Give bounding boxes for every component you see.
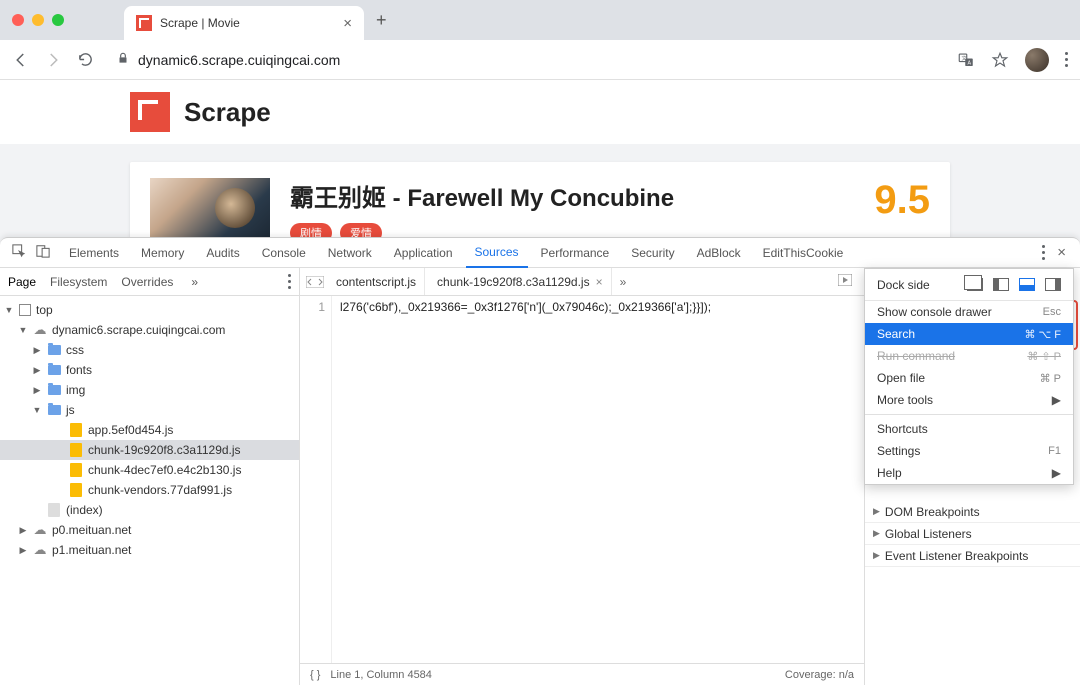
devtools-menu-button[interactable] — [1042, 245, 1045, 260]
url-text: dynamic6.scrape.cuiqingcai.com — [138, 52, 340, 68]
profile-avatar[interactable] — [1025, 48, 1049, 72]
tree-index[interactable]: (index) — [0, 500, 299, 520]
pretty-print-icon[interactable]: { } — [310, 669, 320, 681]
toggle-debugger-icon[interactable] — [838, 274, 858, 289]
tree-file-js-selected[interactable]: chunk-19c920f8.c3a1129d.js — [0, 440, 299, 460]
menu-help[interactable]: Help▶ — [865, 462, 1073, 484]
nav-more-icon[interactable] — [288, 274, 291, 289]
tree-domain-other[interactable]: p0.meituan.net — [0, 520, 299, 540]
menu-search[interactable]: Search⌘ ⌥ F — [865, 323, 1073, 345]
file-tab-active[interactable]: chunk-19c920f8.c3a1129d.js× — [429, 268, 612, 295]
menu-settings[interactable]: SettingsF1 — [865, 440, 1073, 462]
tree-folder-fonts[interactable]: fonts — [0, 360, 299, 380]
tab-title: Scrape | Movie — [160, 16, 335, 30]
panel-global-listeners[interactable]: ▶Global Listeners — [865, 523, 1080, 545]
sources-editor: contentscript.js chunk-19c920f8.c3a1129d… — [300, 268, 864, 685]
forward-button[interactable] — [44, 51, 62, 69]
back-button[interactable] — [12, 51, 30, 69]
devtools-tab-performance[interactable]: Performance — [532, 238, 619, 267]
devtools-tab-application[interactable]: Application — [385, 238, 462, 267]
line-gutter: 1 — [300, 296, 332, 663]
browser-menu-button[interactable] — [1065, 52, 1068, 67]
movie-thumbnail[interactable] — [150, 178, 270, 246]
editor-statusbar: { } Line 1, Column 4584 Coverage: n/a — [300, 663, 864, 685]
tree-file-js[interactable]: app.5ef0d454.js — [0, 420, 299, 440]
browser-titlebar: Scrape | Movie × + — [0, 0, 1080, 40]
cloud-icon — [33, 543, 47, 557]
tree-file-js[interactable]: chunk-vendors.77daf991.js — [0, 480, 299, 500]
devtools-tab-adblock[interactable]: AdBlock — [688, 238, 750, 267]
reload-button[interactable] — [76, 51, 94, 69]
tab-favicon — [136, 15, 152, 31]
devtools-dropdown-menu: Dock side Show console drawerEsc Search⌘… — [864, 268, 1074, 485]
bookmark-star-icon[interactable] — [991, 51, 1009, 69]
movie-title: 霸王别姬 - Farewell My Concubine — [290, 178, 854, 213]
tree-folder-img[interactable]: img — [0, 380, 299, 400]
devtools-tab-editthiscookie[interactable]: EditThisCookie — [754, 238, 853, 267]
coverage-status: Coverage: n/a — [785, 669, 854, 681]
movie-rating: 9.5 — [874, 178, 930, 223]
devtools-close-icon[interactable]: × — [1057, 244, 1066, 261]
inspect-element-icon[interactable] — [12, 244, 26, 261]
site-header: Scrape — [0, 80, 1080, 144]
window-controls — [12, 14, 64, 26]
dockside-label: Dock side — [877, 278, 930, 292]
devtools-tab-sources[interactable]: Sources — [466, 239, 528, 268]
file-tree: top dynamic6.scrape.cuiqingcai.com css f… — [0, 296, 299, 685]
devtools-tab-console[interactable]: Console — [253, 238, 315, 267]
tree-folder-css[interactable]: css — [0, 340, 299, 360]
devtools-tab-audits[interactable]: Audits — [197, 238, 248, 267]
address-bar[interactable]: dynamic6.scrape.cuiqingcai.com — [108, 51, 943, 68]
tree-top[interactable]: top — [0, 300, 299, 320]
minimize-window-button[interactable] — [32, 14, 44, 26]
tree-domain[interactable]: dynamic6.scrape.cuiqingcai.com — [0, 320, 299, 340]
sources-navigator: Page Filesystem Overrides » top dynamic6… — [0, 268, 300, 685]
browser-toolbar: dynamic6.scrape.cuiqingcai.com 文A — [0, 40, 1080, 80]
close-window-button[interactable] — [12, 14, 24, 26]
browser-tab[interactable]: Scrape | Movie × — [124, 6, 364, 40]
devtools-tab-elements[interactable]: Elements — [60, 238, 128, 267]
tree-file-js[interactable]: chunk-4dec7ef0.e4c2b130.js — [0, 460, 299, 480]
nav-tab-page[interactable]: Page — [8, 275, 36, 289]
devtools-panel: Elements Memory Audits Console Network A… — [0, 237, 1080, 685]
nav-tabs-overflow-icon[interactable]: » — [191, 275, 198, 289]
menu-open-file[interactable]: Open file⌘ P — [865, 367, 1073, 389]
devtools-tab-network[interactable]: Network — [319, 238, 381, 267]
maximize-window-button[interactable] — [52, 14, 64, 26]
nav-tab-overrides[interactable]: Overrides — [121, 275, 173, 289]
dock-bottom[interactable] — [1019, 278, 1035, 291]
menu-show-console[interactable]: Show console drawerEsc — [865, 301, 1073, 323]
translate-icon[interactable]: 文A — [957, 51, 975, 69]
close-file-icon[interactable]: × — [596, 275, 603, 289]
panel-dom-breakpoints[interactable]: ▶DOM Breakpoints — [865, 501, 1080, 523]
devtools-tab-security[interactable]: Security — [622, 238, 683, 267]
site-brand: Scrape — [184, 97, 271, 128]
cursor-position: Line 1, Column 4584 — [330, 669, 432, 681]
dock-right[interactable] — [1045, 278, 1061, 291]
menu-more-tools[interactable]: More tools▶ — [865, 389, 1073, 411]
code-content[interactable]: l276('c6bf'),_0x219366=_0x3f1276['n'](_0… — [332, 296, 864, 663]
menu-shortcuts[interactable]: Shortcuts — [865, 418, 1073, 440]
new-tab-button[interactable]: + — [376, 10, 387, 31]
devtools-tabbar: Elements Memory Audits Console Network A… — [0, 238, 1080, 268]
device-toolbar-icon[interactable] — [36, 244, 50, 261]
file-tab[interactable]: contentscript.js — [328, 268, 425, 295]
devtools-tab-memory[interactable]: Memory — [132, 238, 193, 267]
lock-icon[interactable] — [116, 51, 130, 68]
nav-tab-filesystem[interactable]: Filesystem — [50, 275, 107, 289]
tree-folder-js[interactable]: js — [0, 400, 299, 420]
dock-left[interactable] — [993, 278, 1009, 291]
site-logo[interactable] — [130, 92, 170, 132]
dock-undock[interactable] — [967, 278, 983, 291]
tree-domain-other[interactable]: p1.meituan.net — [0, 540, 299, 560]
menu-run-command[interactable]: Run command⌘ ⇧ P — [865, 345, 1073, 367]
cloud-icon — [33, 323, 47, 337]
panel-event-listener-breakpoints[interactable]: ▶Event Listener Breakpoints — [865, 545, 1080, 567]
file-history-nav[interactable] — [306, 276, 324, 288]
cloud-icon — [33, 523, 47, 537]
svg-text:A: A — [968, 60, 972, 66]
close-tab-icon[interactable]: × — [343, 15, 352, 32]
file-tabs-overflow-icon[interactable]: » — [620, 275, 627, 289]
